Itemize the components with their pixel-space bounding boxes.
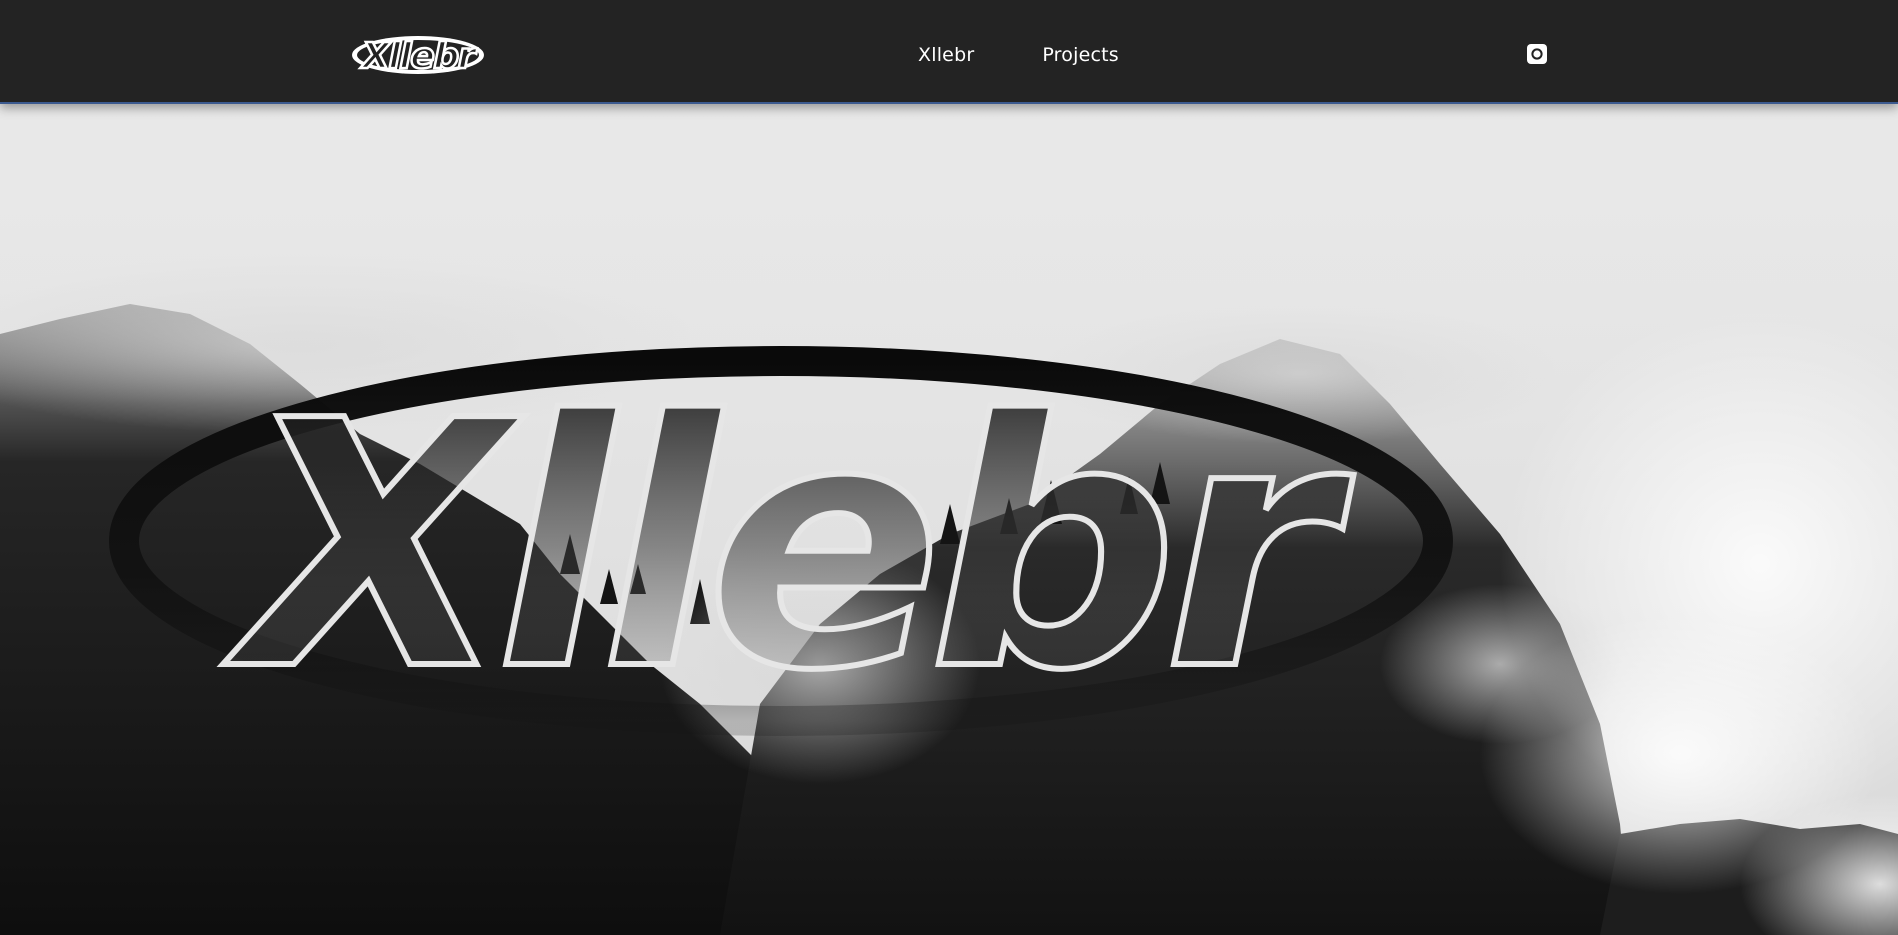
hero-banner: Xllebr: [0, 104, 1898, 935]
instagram-icon[interactable]: [1527, 44, 1547, 64]
main-nav: Xllebr Projects: [918, 44, 1119, 66]
xllebr-logo[interactable]: Xllebr: [349, 33, 487, 77]
nav-link-projects[interactable]: Projects: [1042, 44, 1119, 66]
nav-link-xllebr[interactable]: Xllebr: [918, 44, 974, 66]
hero-logo-text: Xllebr: [219, 349, 1354, 745]
hero-logo: Xllebr: [109, 346, 1453, 748]
hero-background-image: Xllebr: [0, 104, 1898, 935]
site-header: Xllebr Xllebr Projects: [0, 0, 1898, 104]
logo-text: Xllebr: [360, 36, 478, 77]
